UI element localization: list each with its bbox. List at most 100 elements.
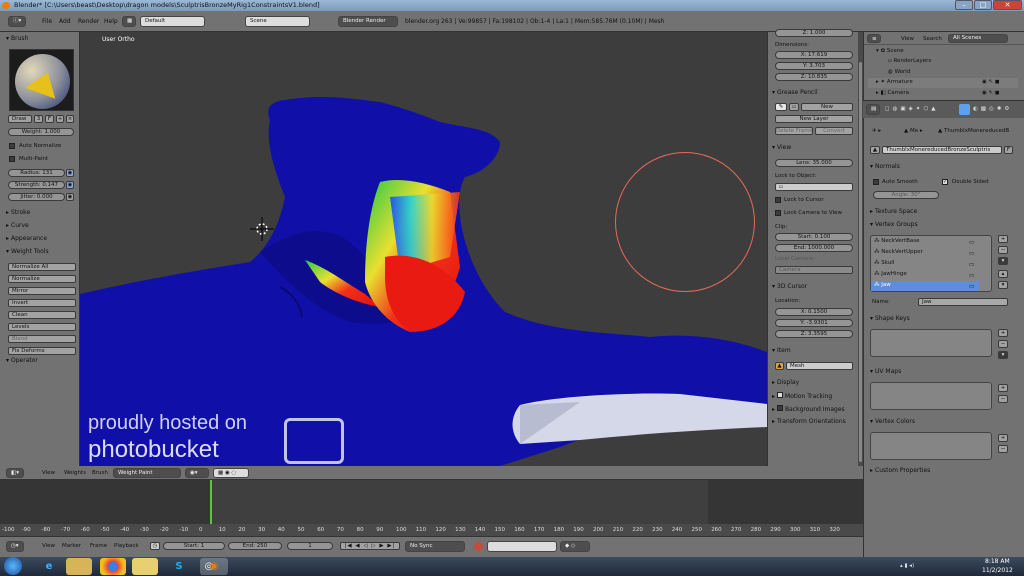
outliner-editor-icon[interactable]: ≡ (867, 34, 881, 43)
data-tab-icon[interactable] (959, 104, 970, 115)
start-frame-field[interactable]: Start: 1 (163, 542, 225, 550)
3d-viewport[interactable]: User Ortho proudly hosted on photobucket (80, 32, 767, 466)
move-group-up-button[interactable]: ▴ (998, 270, 1008, 278)
screen-layout-icon[interactable]: ▦ (122, 16, 136, 27)
auto-smooth-checkbox[interactable] (873, 179, 879, 185)
shape-key-specials-button[interactable]: ▾ (998, 351, 1008, 359)
delete-frame-button[interactable]: Delete Frame (775, 127, 813, 135)
add-vertex-group-button[interactable]: + (998, 235, 1008, 243)
clock-time[interactable]: 8:18 AM (985, 558, 1010, 565)
outliner-view-menu[interactable]: View (901, 36, 914, 42)
mode-select[interactable]: Weight Paint (113, 468, 181, 478)
shape-keys-list[interactable] (870, 329, 992, 357)
remove-shape-key-button[interactable]: − (998, 340, 1008, 348)
texture-space-panel-header[interactable]: ▸ Texture Space (870, 208, 917, 215)
jitter-slider[interactable]: Jitter: 0.000 (8, 193, 65, 201)
mesh-fake-user[interactable]: F (1004, 146, 1013, 154)
vertex-group-item[interactable]: ⁂ JawHinge (874, 271, 907, 277)
move-group-down-button[interactable]: ▾ (998, 281, 1008, 289)
weight-slider[interactable]: Weight: 1.000 (8, 128, 74, 136)
vertex-group-specials-button[interactable]: ▾ (998, 257, 1008, 265)
vertex-group-name-field[interactable]: Jaw (918, 298, 1008, 306)
playback-menu[interactable]: Playback (114, 543, 139, 549)
viewport-view-menu[interactable]: View (42, 470, 55, 476)
dimension-z-top-field[interactable]: Z: 1.000 (775, 29, 853, 37)
jitter-pressure-icon[interactable]: ◉ (66, 193, 74, 201)
outliner-scene[interactable]: ▾ ✿ Scene (876, 48, 904, 54)
grease-pencil-header[interactable]: ▾ Grease Pencil (772, 89, 818, 96)
context-tab-icons-2[interactable]: ◐▩◎✺⚙ (973, 106, 1012, 112)
item-panel-header[interactable]: ▾ Item (772, 347, 791, 354)
fix-deforms-button[interactable]: Fix Deforms (8, 347, 76, 355)
outliner-camera[interactable]: ▸ ◧ Camera (876, 90, 909, 96)
timeline-body[interactable] (0, 480, 863, 536)
vertex-group-item[interactable]: ⁂ NeckVertBase (874, 238, 920, 244)
tray-icons[interactable]: ▴ ▮ ◂) (900, 563, 914, 569)
timeline-editor-icon[interactable]: ◷▾ (6, 541, 24, 552)
cursor-y-field[interactable]: Y: -3.9301 (775, 319, 853, 327)
add-shape-key-button[interactable]: + (998, 329, 1008, 337)
brush-add-icon[interactable]: + (56, 115, 64, 123)
motion-tracking-panel-header[interactable]: ▸ Motion Tracking (772, 392, 832, 400)
cursor-z-field[interactable]: Z: 3.3595 (775, 330, 853, 338)
3d-cursor-panel-header[interactable]: ▾ 3D Cursor (772, 283, 807, 290)
cursor-x-field[interactable]: X: 0.1500 (775, 308, 853, 316)
add-uv-map-button[interactable]: + (998, 384, 1008, 392)
brush-preview[interactable] (9, 49, 74, 111)
scrollbar-thumb[interactable] (859, 62, 862, 462)
brush-name-field[interactable]: Draw (8, 115, 32, 123)
radius-pressure-icon[interactable]: ◉ (66, 169, 74, 177)
curve-panel-header[interactable]: ▸ Curve (6, 222, 29, 229)
auto-smooth-angle-field[interactable]: Angle: 30° (873, 191, 939, 199)
weight-tools-panel-header[interactable]: ▾ Weight Tools (6, 248, 49, 255)
auto-normalize-checkbox[interactable] (9, 143, 15, 149)
strength-slider[interactable]: Strength: 0.147 (8, 181, 65, 189)
marker-menu[interactable]: Marker (62, 543, 81, 549)
normals-panel-header[interactable]: ▾ Normals (870, 163, 900, 170)
breadcrumb-object[interactable]: ▲ ThumblxMonereducedB (938, 128, 1009, 134)
outliner-armature[interactable]: ▸ ✦ Armature (876, 79, 913, 85)
convert-button[interactable]: Convert (815, 127, 853, 135)
mesh-browse-icon[interactable]: ▲ (870, 146, 880, 154)
clean-button[interactable]: Clean (8, 311, 76, 319)
maximize-button[interactable]: □ (974, 0, 992, 10)
pencil-icon[interactable]: ✎ (775, 103, 787, 111)
levels-button[interactable]: Levels (8, 323, 76, 331)
blend-button[interactable]: Blend (8, 335, 76, 343)
camera-field[interactable]: Camera (775, 266, 853, 274)
internet-explorer-icon[interactable]: e (36, 558, 62, 575)
dimension-y-field[interactable]: Y: 3.703 (775, 62, 853, 70)
vertex-group-lock-icons[interactable]: ▭ ▭ ▭ ▭ ▭ (969, 238, 974, 293)
lock-to-cursor-checkbox[interactable] (775, 197, 781, 203)
vertex-groups-panel-header[interactable]: ▾ Vertex Groups (870, 221, 918, 228)
keyframe-buttons[interactable]: ◆ ◇ (560, 541, 590, 552)
remove-vertex-color-button[interactable]: − (998, 445, 1008, 453)
brush-fake-user[interactable]: F (45, 115, 54, 123)
end-frame-field[interactable]: End: 250 (228, 542, 282, 550)
grease-pencil-new-button[interactable]: New (801, 103, 853, 111)
record-icon[interactable] (474, 542, 483, 551)
multi-paint-checkbox[interactable] (9, 156, 15, 162)
editor-type-icon[interactable]: ⓘ▾ (8, 16, 26, 27)
menu-render[interactable]: Render (78, 18, 99, 25)
scene-select[interactable]: Scene (245, 16, 310, 27)
lock-object-field[interactable]: ▫ (775, 183, 853, 191)
breadcrumb-me[interactable]: ▲ Me ▸ (904, 128, 923, 134)
dimension-z-field[interactable]: Z: 10.835 (775, 73, 853, 81)
transform-orientations-panel-header[interactable]: ▸ Transform Orientations (772, 418, 846, 425)
strength-pressure-icon[interactable]: ◉ (66, 181, 74, 189)
clock-date[interactable]: 11/2/2012 (982, 567, 1013, 574)
add-vertex-color-button[interactable]: + (998, 434, 1008, 442)
new-layer-button[interactable]: New Layer (775, 115, 853, 123)
operator-panel-header[interactable]: ▾ Operator (6, 357, 38, 364)
playback-controls[interactable]: |◀ ◀ ◁ ▷ ▶ ▶| (340, 542, 400, 550)
render-engine-select[interactable]: Blender Render (338, 16, 398, 27)
brush-menu[interactable]: Brush (92, 470, 108, 476)
start-button[interactable] (4, 557, 22, 575)
file-explorer-icon[interactable] (66, 558, 92, 575)
gp-browse-icon[interactable]: ▫ (789, 103, 799, 111)
vertex-colors-list[interactable] (870, 432, 992, 460)
properties-editor-icon[interactable]: ▤ (866, 104, 880, 115)
uv-maps-panel-header[interactable]: ▾ UV Maps (870, 368, 901, 375)
weights-menu[interactable]: Weights (64, 470, 86, 476)
